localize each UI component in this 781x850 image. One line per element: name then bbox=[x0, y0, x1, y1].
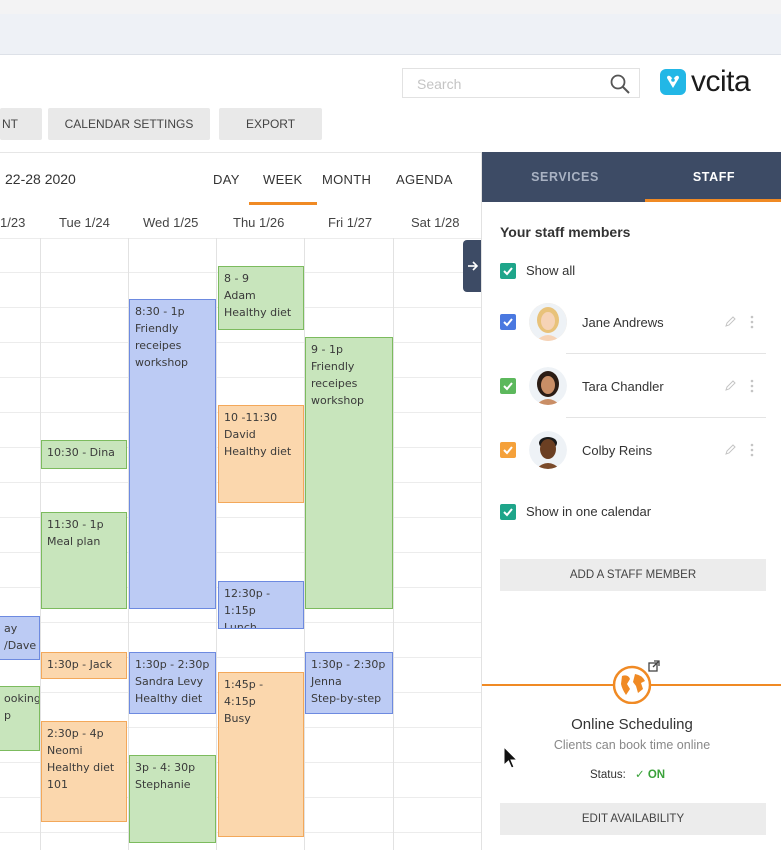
calendar-event[interactable]: 1:30p - 2:30p Jenna Step-by-step bbox=[305, 652, 393, 714]
day-header: Wed 1/25 bbox=[143, 215, 199, 230]
calendar-event[interactable]: 10 -11:30 David Healthy diet bbox=[218, 405, 304, 503]
tab-staff[interactable]: STAFF bbox=[639, 152, 781, 202]
day-header: 1/23 bbox=[0, 215, 26, 230]
calendar-event[interactable]: 12:30p - 1:15p Lunch bbox=[218, 581, 304, 629]
export-button[interactable]: EXPORT bbox=[219, 108, 322, 140]
active-view-indicator bbox=[249, 202, 317, 205]
day-header: Fri 1/27 bbox=[328, 215, 373, 230]
active-tab-indicator bbox=[645, 199, 781, 202]
status-value[interactable]: ✓ ON bbox=[635, 769, 665, 781]
calendar-header-divider bbox=[0, 152, 482, 153]
partial-toolbar-button[interactable]: NT bbox=[0, 108, 42, 140]
calendar-event[interactable]: 8 - 9 Adam Healthy diet bbox=[218, 266, 304, 330]
tab-services[interactable]: SERVICES bbox=[490, 152, 640, 202]
staff-panel: SERVICES STAFF Your staff members Show a… bbox=[481, 152, 781, 850]
checkmark-icon bbox=[503, 446, 513, 455]
more-options-icon[interactable] bbox=[750, 379, 754, 393]
more-options-icon[interactable] bbox=[750, 443, 754, 457]
checkmark-icon bbox=[503, 318, 513, 327]
pencil-icon[interactable] bbox=[724, 316, 736, 328]
avatar bbox=[529, 431, 567, 469]
staff-checkbox-jane[interactable] bbox=[500, 314, 516, 330]
status-label: Status: bbox=[590, 769, 626, 781]
calendar-event[interactable]: 10:30 - Dina bbox=[41, 440, 127, 469]
show-all-checkbox[interactable] bbox=[500, 263, 516, 279]
view-tab-month[interactable]: MONTH bbox=[322, 172, 371, 187]
show-in-one-calendar-label: Show in one calendar bbox=[526, 504, 652, 519]
avatar bbox=[529, 367, 567, 405]
status-row: Status: ✓ ON bbox=[590, 767, 665, 781]
calendar-settings-button[interactable]: CALENDAR SETTINGS bbox=[48, 108, 210, 140]
calendar-event[interactable]: 1:30p - Jack bbox=[41, 652, 127, 679]
calendar-event[interactable]: 1:45p - 4:15p Busy bbox=[218, 672, 304, 837]
pencil-icon[interactable] bbox=[724, 444, 736, 456]
row-divider bbox=[566, 353, 766, 354]
top-bar bbox=[0, 14, 781, 55]
more-options-icon[interactable] bbox=[750, 315, 754, 329]
online-scheduling-title: Online Scheduling bbox=[571, 716, 693, 733]
calendar-event[interactable]: 1:30p - 2:30p Sandra Levy Healthy diet bbox=[129, 652, 216, 714]
brand-logo: vcita bbox=[660, 65, 751, 98]
date-range: 22-28 2020 bbox=[5, 171, 76, 187]
show-in-one-calendar-checkbox[interactable] bbox=[500, 504, 516, 520]
calendar-event[interactable]: 2:30p - 4p Neomi Healthy diet 101 bbox=[41, 721, 127, 822]
calendar-event[interactable]: 11:30 - 1p Meal plan bbox=[41, 512, 127, 609]
view-tab-week[interactable]: WEEK bbox=[263, 172, 302, 187]
mouse-cursor-icon bbox=[503, 746, 519, 769]
add-staff-member-button[interactable]: ADD A STAFF MEMBER bbox=[500, 559, 766, 591]
checkmark-icon bbox=[503, 267, 513, 276]
calendar-event[interactable]: ooking p bbox=[0, 686, 40, 751]
calendar-event[interactable]: 8:30 - 1p Friendly receipes workshop bbox=[129, 299, 216, 609]
calendar-event[interactable]: 9 - 1p Friendly receipes workshop bbox=[305, 337, 393, 609]
avatar bbox=[529, 303, 567, 341]
panel-tabs: SERVICES STAFF bbox=[482, 152, 781, 202]
calendar-event[interactable]: 3p - 4: 30p Stephanie bbox=[129, 755, 216, 843]
day-header: Sat 1/28 bbox=[411, 215, 460, 230]
calendar-event[interactable]: ay /Dave bbox=[0, 616, 40, 660]
checkmark-icon bbox=[503, 382, 513, 391]
staff-name: Tara Chandler bbox=[582, 379, 664, 394]
checkmark-icon bbox=[503, 508, 513, 517]
day-header: Thu 1/26 bbox=[233, 215, 285, 230]
edit-availability-button[interactable]: EDIT AVAILABILITY bbox=[500, 803, 766, 835]
search-icon[interactable] bbox=[609, 73, 631, 95]
search-box[interactable] bbox=[402, 68, 640, 98]
window-top-strip bbox=[0, 0, 781, 14]
vcita-logo-icon bbox=[660, 69, 686, 95]
arrow-right-icon bbox=[467, 261, 478, 271]
view-tab-agenda[interactable]: AGENDA bbox=[396, 172, 453, 187]
staff-checkbox-tara[interactable] bbox=[500, 378, 516, 394]
online-scheduling-subtitle: Clients can book time online bbox=[553, 738, 711, 752]
collapse-panel-button[interactable] bbox=[463, 240, 482, 292]
view-tab-day[interactable]: DAY bbox=[213, 172, 240, 187]
staff-name: Jane Andrews bbox=[582, 315, 664, 330]
staff-name: Colby Reins bbox=[582, 443, 653, 458]
day-header: Tue 1/24 bbox=[59, 215, 110, 230]
brand-name: vcita bbox=[691, 65, 751, 98]
row-divider bbox=[566, 417, 766, 418]
panel-title: Your staff members bbox=[500, 224, 631, 240]
staff-checkbox-colby[interactable] bbox=[500, 442, 516, 458]
search-input[interactable] bbox=[415, 70, 609, 98]
pencil-icon[interactable] bbox=[724, 380, 736, 392]
show-all-label: Show all bbox=[526, 263, 576, 278]
external-link-icon[interactable] bbox=[648, 660, 660, 672]
